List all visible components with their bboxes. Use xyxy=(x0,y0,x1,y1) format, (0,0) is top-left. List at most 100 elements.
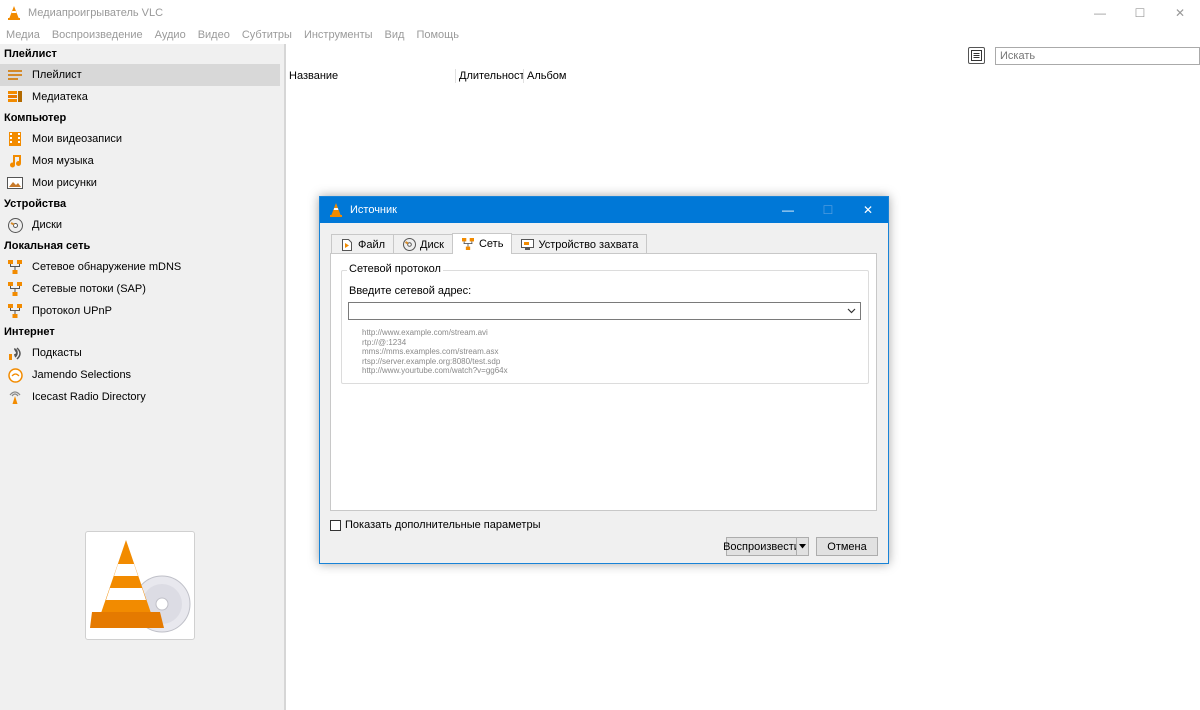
dialog-close-button[interactable]: ✕ xyxy=(848,197,888,223)
play-options-dropdown[interactable] xyxy=(796,537,809,556)
example-url: http://www.example.com/stream.avi xyxy=(362,328,488,337)
media-library-icon xyxy=(6,89,24,105)
dialog-maximize-button: ☐ xyxy=(822,203,834,217)
menu-help[interactable]: Помощь xyxy=(410,29,465,41)
address-examples: http://www.example.com/stream.avi rtp://… xyxy=(362,328,508,376)
column-title[interactable]: Название xyxy=(286,69,456,83)
tab-label: Устройство захвата xyxy=(538,238,639,251)
playlist-header: Название Длительност Альбом xyxy=(286,69,1200,83)
tab-label: Диск xyxy=(420,238,444,251)
sidebar-item-label: Мои видеозаписи xyxy=(32,133,123,145)
window-titlebar: Медиапроигрыватель VLC — ☐ ✕ xyxy=(0,0,1200,25)
search-input[interactable] xyxy=(995,47,1200,65)
sidebar-item-my-pictures[interactable]: Мои рисунки xyxy=(0,172,284,194)
sidebar-item-jamendo[interactable]: Jamendo Selections xyxy=(0,364,284,386)
window-title: Медиапроигрыватель VLC xyxy=(28,6,164,19)
sidebar-item-my-music[interactable]: Моя музыка xyxy=(0,150,284,172)
show-more-label: Показать дополнительные параметры xyxy=(345,519,541,531)
disc-icon xyxy=(402,238,416,252)
sidebar-item-upnp[interactable]: Протокол UPnP xyxy=(0,300,284,322)
podcast-icon xyxy=(6,345,24,361)
group-label: Сетевой протокол xyxy=(347,263,443,275)
vlc-cone-icon xyxy=(330,203,342,217)
list-view-icon xyxy=(971,50,982,61)
menu-view[interactable]: Вид xyxy=(379,29,411,41)
menu-media[interactable]: Медиа xyxy=(0,29,46,41)
tab-label: Файл xyxy=(358,238,386,251)
section-internet: Интернет xyxy=(4,326,55,338)
menu-tools[interactable]: Инструменты xyxy=(298,29,379,41)
show-more-options[interactable]: Показать дополнительные параметры xyxy=(330,519,540,531)
network-icon xyxy=(6,259,24,275)
section-devices: Устройства xyxy=(4,198,67,210)
tab-label: Сеть xyxy=(478,238,504,250)
column-duration[interactable]: Длительност xyxy=(456,69,524,83)
sidebar-item-label: Сетевое обнаружение mDNS xyxy=(32,261,182,273)
sidebar-item-label: Подкасты xyxy=(32,347,82,359)
example-url: http://www.yourtube.com/watch?v=gg64x xyxy=(362,366,508,375)
caret-down-icon xyxy=(799,544,806,549)
menu-audio[interactable]: Аудио xyxy=(149,29,192,41)
icecast-icon xyxy=(6,389,24,405)
picture-icon xyxy=(6,175,24,191)
network-address-combobox[interactable] xyxy=(348,302,861,320)
tab-file[interactable]: Файл xyxy=(331,234,395,254)
film-icon xyxy=(6,131,24,147)
sidebar-item-label: Диски xyxy=(32,219,63,231)
sidebar-item-label: Моя музыка xyxy=(32,155,94,167)
vlc-logo-icon xyxy=(90,540,191,633)
tab-disc[interactable]: Диск xyxy=(393,234,453,254)
sidebar: Плейлист Плейлист Медиатека Компьютер Мо… xyxy=(0,44,284,710)
open-media-dialog: Источник — ☐ ✕ Файл Диск Сеть Устройство… xyxy=(319,196,889,564)
sidebar-item-podcasts[interactable]: Подкасты xyxy=(0,342,284,364)
playlist-icon xyxy=(6,67,24,83)
network-icon xyxy=(6,281,24,297)
sidebar-item-label: Плейлист xyxy=(32,69,82,81)
file-icon xyxy=(340,238,354,252)
menu-bar: Медиа Воспроизведение Аудио Видео Субтит… xyxy=(0,25,1200,44)
close-button[interactable]: ✕ xyxy=(1160,0,1200,25)
example-url: rtp://@:1234 xyxy=(362,337,407,347)
sidebar-item-sap[interactable]: Сетевые потоки (SAP) xyxy=(0,278,284,300)
section-playlist: Плейлист xyxy=(4,48,57,60)
example-url: rtsp://server.example.org:8080/test.sdp xyxy=(362,356,501,366)
network-icon xyxy=(6,303,24,319)
menu-playback[interactable]: Воспроизведение xyxy=(46,29,149,41)
sidebar-item-label: Мои рисунки xyxy=(32,177,97,189)
example-url: mms://mms.examples.com/stream.asx xyxy=(362,347,499,356)
network-icon xyxy=(461,237,475,251)
sidebar-item-my-videos[interactable]: Мои видеозаписи xyxy=(0,128,284,150)
section-computer: Компьютер xyxy=(4,112,67,124)
music-note-icon xyxy=(6,153,24,169)
show-more-checkbox[interactable] xyxy=(330,519,341,531)
sidebar-item-label: Протокол UPnP xyxy=(32,305,112,317)
menu-subtitles[interactable]: Субтитры xyxy=(236,29,298,41)
jamendo-icon xyxy=(6,367,24,383)
dialog-tabs: Файл Диск Сеть Устройство захвата xyxy=(331,233,648,254)
sidebar-item-label: Jamendo Selections xyxy=(32,369,132,381)
sidebar-item-icecast[interactable]: Icecast Radio Directory xyxy=(0,386,284,408)
album-art xyxy=(85,531,195,640)
sidebar-item-media-library[interactable]: Медиатека xyxy=(0,86,284,108)
disc-icon xyxy=(6,217,24,233)
play-button[interactable]: Воспроизвести xyxy=(723,537,800,556)
dialog-minimize-button[interactable]: — xyxy=(768,197,808,223)
capture-device-icon xyxy=(520,238,534,252)
sidebar-item-discs[interactable]: Диски xyxy=(0,214,284,236)
sidebar-item-mdns[interactable]: Сетевое обнаружение mDNS xyxy=(0,256,284,278)
network-tab-pane: Сетевой протокол Введите сетевой адрес: … xyxy=(330,253,877,511)
sidebar-item-label: Медиатека xyxy=(32,91,88,103)
menu-video[interactable]: Видео xyxy=(192,29,236,41)
maximize-button[interactable]: ☐ xyxy=(1120,0,1160,25)
section-local-network: Локальная сеть xyxy=(4,240,91,252)
sidebar-item-playlist[interactable]: Плейлист xyxy=(0,64,280,86)
playlist-view-button[interactable] xyxy=(968,47,985,64)
cancel-button[interactable]: Отмена xyxy=(816,537,878,556)
sidebar-item-label: Сетевые потоки (SAP) xyxy=(32,283,146,295)
tab-capture-device[interactable]: Устройство захвата xyxy=(511,234,648,254)
chevron-down-icon[interactable] xyxy=(846,305,857,316)
column-album[interactable]: Альбом xyxy=(524,69,1200,83)
tab-network[interactable]: Сеть xyxy=(451,233,513,254)
address-label: Введите сетевой адрес: xyxy=(349,285,472,297)
minimize-button[interactable]: — xyxy=(1080,0,1120,25)
